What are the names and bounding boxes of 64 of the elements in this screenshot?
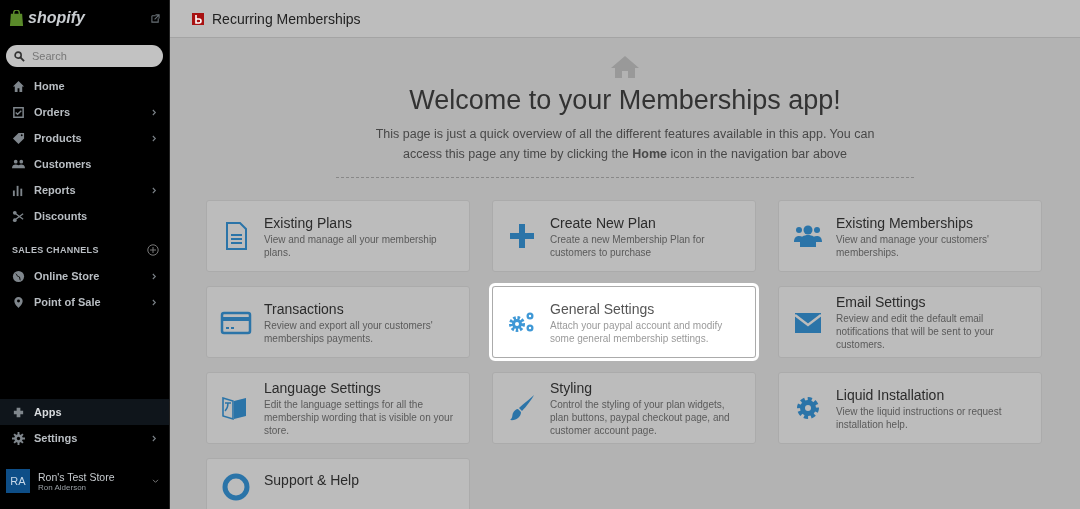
- card-title: Support & Help: [264, 471, 359, 489]
- feature-card[interactable]: Email Settings Review and edit the default email notifications that will be sent to your customers.: [778, 286, 1042, 358]
- bar-chart-icon: [12, 183, 25, 197]
- external-link-icon[interactable]: [151, 13, 160, 23]
- store-name: Ron's Test Store: [38, 470, 116, 483]
- card-title: Liquid Installation: [836, 385, 946, 404]
- card-description: Edit the language settings for all the membership wording that is visible on your store.: [264, 398, 454, 437]
- feature-card[interactable]: Transactions Review and export all your customers' memberships payments.: [206, 286, 470, 358]
- tag-icon: [12, 131, 25, 145]
- app-title: Recurring Memberships: [212, 10, 361, 27]
- map-pin-icon: [12, 295, 25, 309]
- card-title: Email Settings: [836, 293, 927, 311]
- brand-name: shopify: [28, 9, 87, 27]
- nav-item[interactable]: Apps: [0, 399, 169, 425]
- add-icon[interactable]: [147, 244, 159, 256]
- nav-item[interactable]: Settings: [0, 425, 169, 451]
- life-ring-icon: [220, 471, 252, 503]
- feature-card[interactable]: Existing Memberships View and manage your customers' memberships.: [778, 200, 1042, 272]
- card-description: Attach your paypal account and modify some general membership settings.: [550, 318, 724, 345]
- home-icon: [12, 79, 25, 93]
- feature-card[interactable]: Language Settings Edit the language settings for all the membership wording that is visible on your store.: [206, 372, 470, 444]
- card-description: Review and export all your customers' memberships payments.: [264, 318, 434, 345]
- feature-card[interactable]: Create New Plan Create a new Membership Plan for customers to purchase: [492, 200, 756, 272]
- puzzle-icon: [12, 405, 25, 419]
- shopping-bag-icon: [9, 9, 24, 27]
- card-description: View the liquid instructions or request installation help.: [836, 404, 1003, 431]
- nav-item[interactable]: Reports: [0, 177, 169, 203]
- card-title: Existing Memberships: [836, 213, 974, 232]
- card-description: Create a new Membership Plan for customers to purchase: [550, 232, 706, 259]
- nav-item[interactable]: Products: [0, 125, 169, 151]
- card-description: Review and edit the default email notifications that will be sent to your customers.: [836, 312, 995, 351]
- nav-item[interactable]: Orders: [0, 99, 169, 125]
- nav-item[interactable]: Point of Sale: [0, 289, 169, 315]
- card-description: View and manage all your membership plans.: [264, 232, 438, 259]
- card-title: Styling: [550, 379, 594, 397]
- nav-item[interactable]: Online Store: [0, 263, 169, 289]
- search-icon: [14, 50, 25, 62]
- card-title: Language Settings: [264, 379, 382, 397]
- card-title: Transactions: [264, 299, 345, 318]
- avatar[interactable]: RA: [6, 469, 30, 493]
- user-name: Ron Alderson: [38, 482, 88, 492]
- feature-card[interactable]: Liquid Installation View the liquid instructions or request installation help.: [778, 372, 1042, 444]
- feature-card[interactable]: Existing Plans View and manage all your membership plans.: [206, 200, 470, 272]
- globe-icon: [12, 269, 25, 283]
- nav-item[interactable]: Customers: [0, 151, 169, 177]
- nav-item[interactable]: Home: [0, 73, 169, 99]
- card-description: Control the styling of your plan widgets, plan buttons, paypal checkout page, and customer account page.: [550, 398, 731, 437]
- scissors-icon: [12, 209, 25, 223]
- section-title: SALES CHANNELS: [12, 245, 99, 255]
- settings-icon: [12, 431, 25, 445]
- welcome-heading: Welcome to your Memberships app!: [409, 85, 841, 116]
- feature-card[interactable]: General Settings Attach your paypal account and modify some general membership settings.: [492, 286, 756, 358]
- card-title: General Settings: [550, 299, 656, 318]
- app-logo-icon: [192, 12, 204, 25]
- card-title: Existing Plans: [264, 213, 353, 232]
- feature-card[interactable]: Support & Help: [206, 458, 470, 509]
- chevron-down-icon[interactable]: [152, 478, 159, 484]
- card-title: Create New Plan: [550, 213, 657, 232]
- feature-card[interactable]: Styling Control the styling of your plan widgets, plan buttons, paypal checkout page, and customer account page.: [492, 372, 756, 444]
- nav-item[interactable]: Discounts: [0, 203, 169, 229]
- inbox-icon: [12, 105, 25, 119]
- card-description: View and manage your customers' memberships.: [836, 232, 990, 259]
- intro-text: This page is just a quick overview of all the different features available in this app. You can access this page any time by clicking the Home icon in the navigation bar above: [374, 126, 876, 163]
- people-icon: [12, 157, 25, 171]
